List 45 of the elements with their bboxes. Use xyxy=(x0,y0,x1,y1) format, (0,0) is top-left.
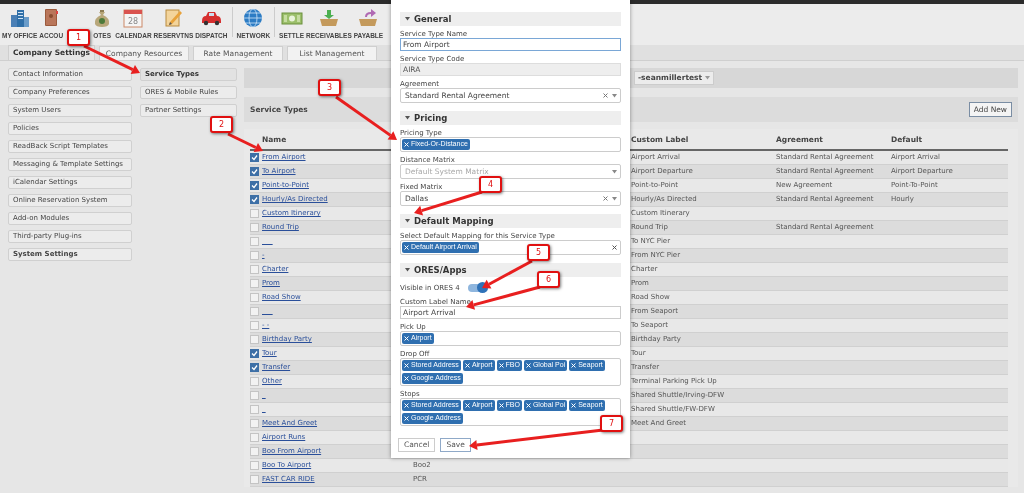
checkbox[interactable] xyxy=(250,293,259,302)
callout-badge: 5 xyxy=(527,244,550,261)
checkbox[interactable] xyxy=(250,475,259,484)
section-header[interactable]: Pricing xyxy=(400,111,621,125)
globe-icon[interactable] xyxy=(242,7,265,29)
clear-icon[interactable] xyxy=(612,245,617,250)
tray-arrow-icon[interactable] xyxy=(317,7,340,29)
clear-icon[interactable] xyxy=(603,93,608,98)
caret-icon xyxy=(612,196,617,201)
callout-badge: 6 xyxy=(537,271,560,288)
callout-badge: 2 xyxy=(210,116,233,133)
checkbox[interactable] xyxy=(250,377,259,386)
checkbox[interactable] xyxy=(250,335,259,344)
caret-icon xyxy=(612,169,617,174)
clear-icon[interactable] xyxy=(603,196,608,201)
checkbox[interactable] xyxy=(250,223,259,232)
checkbox[interactable] xyxy=(250,419,259,428)
checkbox[interactable] xyxy=(250,433,259,442)
tray-arrow-icon[interactable] xyxy=(357,7,380,29)
checkbox[interactable] xyxy=(250,251,259,260)
checkbox[interactable] xyxy=(250,405,259,414)
callout-badge: 4 xyxy=(479,176,502,193)
calendar-icon[interactable]: 28 xyxy=(122,7,145,29)
section-header[interactable]: General xyxy=(400,12,621,26)
callout-badge: 7 xyxy=(600,415,623,432)
section-header[interactable]: Default Mapping xyxy=(400,214,621,228)
caret-icon xyxy=(405,268,410,272)
checkbox[interactable] xyxy=(250,321,259,330)
checkbox[interactable] xyxy=(250,461,259,470)
checkbox[interactable] xyxy=(250,447,259,456)
office-building-icon[interactable] xyxy=(8,7,31,29)
checkbox[interactable] xyxy=(250,209,259,218)
checkbox[interactable] xyxy=(250,265,259,274)
callout-arrow xyxy=(227,132,263,152)
checkbox[interactable] xyxy=(250,307,259,316)
caret-icon xyxy=(405,219,410,223)
callout-badge: 1 xyxy=(67,29,90,46)
checkbox[interactable] xyxy=(250,391,259,400)
caret-icon xyxy=(705,76,711,80)
checkbox[interactable] xyxy=(250,279,259,288)
checkbox[interactable] xyxy=(250,237,259,246)
callout-arrow xyxy=(335,95,397,140)
caret-icon xyxy=(405,17,410,21)
callout-badge: 3 xyxy=(318,79,341,96)
caret-icon xyxy=(405,116,410,120)
